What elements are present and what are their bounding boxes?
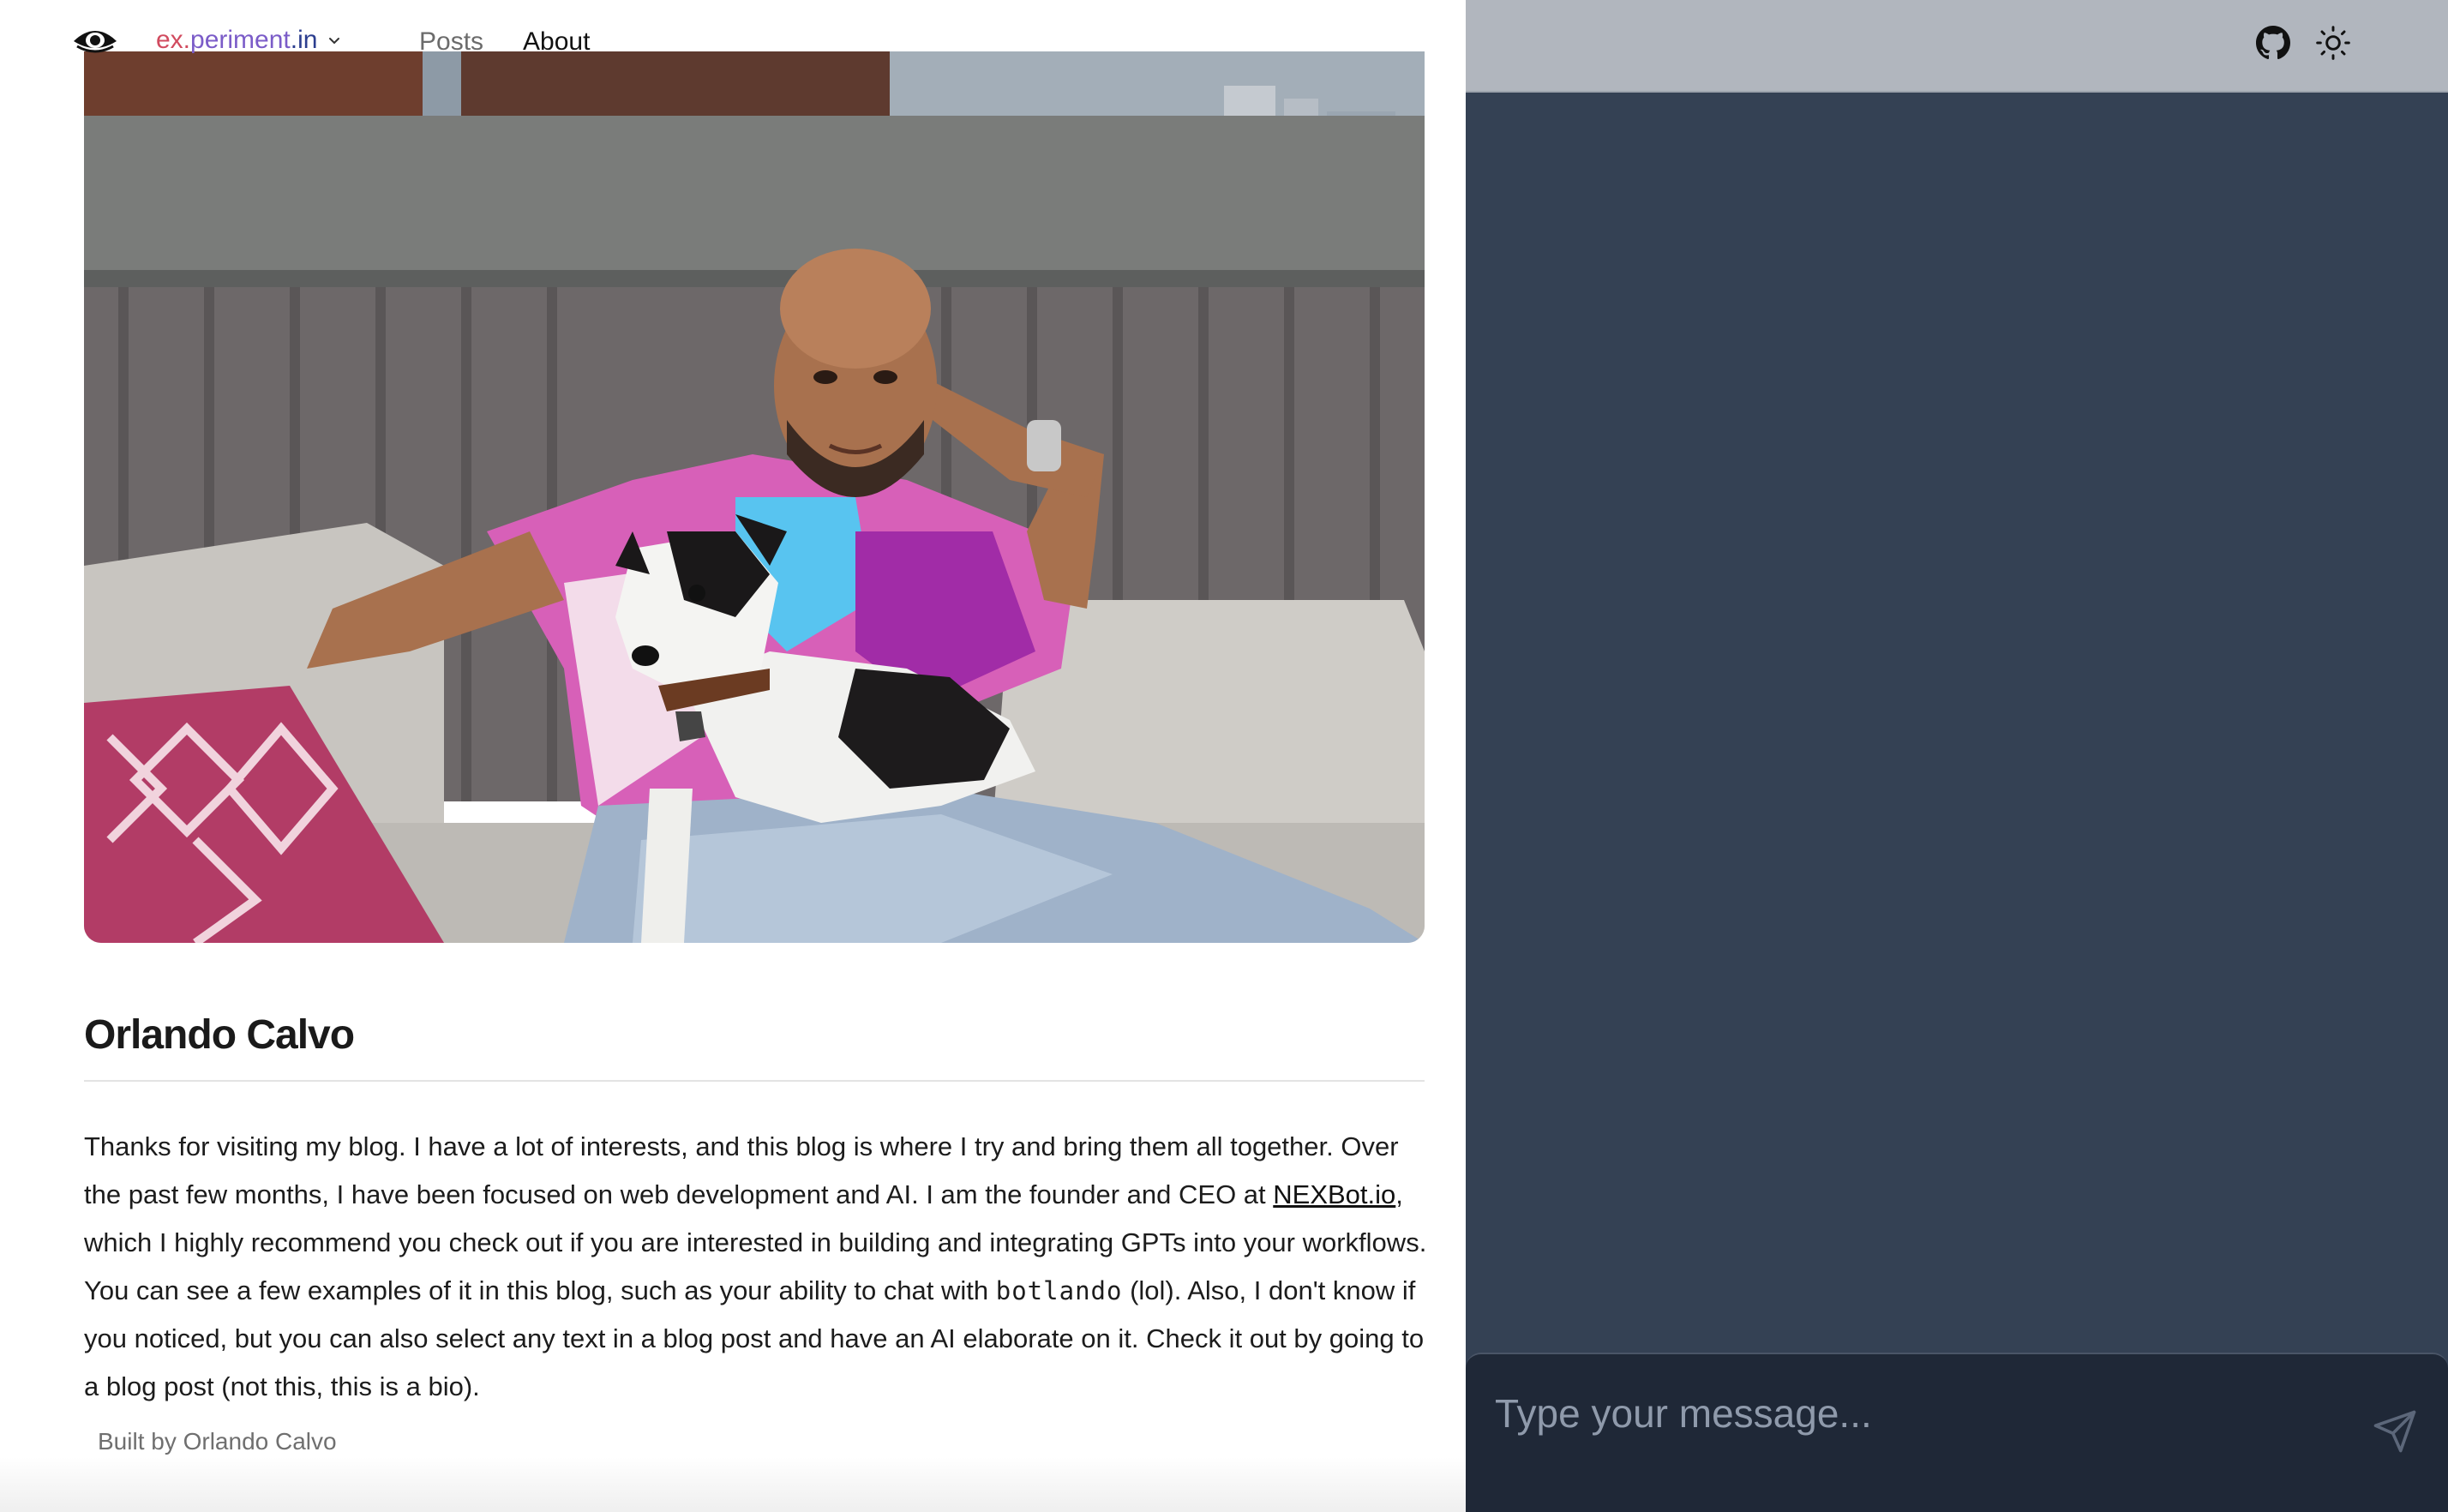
send-button[interactable] [2367,1404,2422,1459]
github-icon[interactable] [2256,26,2290,60]
profile-photo [84,51,1425,943]
nav-posts[interactable]: Posts [419,27,483,57]
bottom-fade [0,1457,1466,1512]
brand-menu[interactable]: ex.periment.in [156,26,343,55]
chat-message-input[interactable] [1493,1378,2268,1449]
brand-part-periment: periment [190,26,291,54]
footer-credit: Built by Orlando Calvo [98,1428,337,1455]
chevron-down-icon [329,38,340,45]
send-icon [2373,1410,2416,1453]
nexbot-link[interactable]: NEXBot.io [1273,1179,1395,1209]
bio-text-1: Thanks for visiting my blog. I have a lo… [84,1131,1399,1209]
nav-about[interactable]: About [523,27,590,57]
eye-logo-icon[interactable] [72,26,118,57]
site-header: ex.periment.in Posts About [0,0,2448,91]
chat-input-area [1466,1353,2448,1512]
botlando-code: botlando [995,1276,1123,1305]
page-title: Orlando Calvo [84,1012,355,1058]
brand-part-in: .in [290,26,318,54]
sun-icon[interactable] [2314,24,2352,62]
brand-name: ex.periment.in [156,26,317,55]
title-divider [84,1080,1425,1082]
chat-panel [1466,0,2448,1512]
bio-paragraph: Thanks for visiting my blog. I have a lo… [84,1123,1430,1402]
brand-part-ex: ex. [156,26,191,54]
